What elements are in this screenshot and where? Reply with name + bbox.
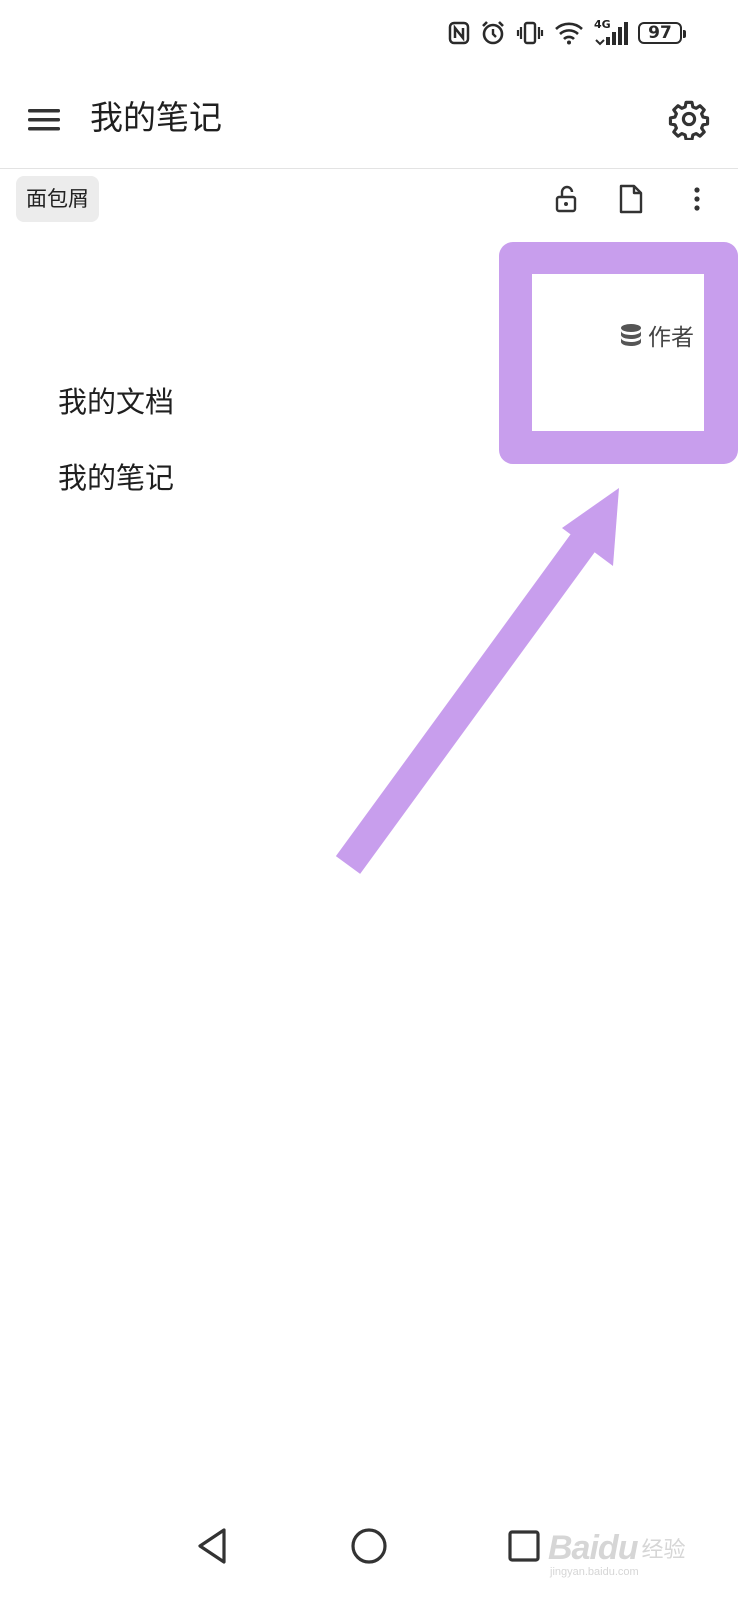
battery-icon: 97	[638, 22, 686, 44]
vibrate-icon	[516, 21, 544, 45]
back-triangle-icon	[198, 1528, 226, 1564]
baidu-watermark: Bai du 经验 jingyan.baidu.com	[548, 1518, 728, 1579]
popup-highlight: 作者	[499, 242, 738, 464]
popup-menu: 作者	[532, 274, 704, 431]
watermark-paw: du	[597, 1528, 639, 1567]
page-title: 我的笔记	[90, 98, 222, 137]
app-bar: 我的笔记	[0, 70, 738, 169]
more-vertical-icon	[694, 187, 700, 211]
home-circle-icon	[351, 1528, 387, 1564]
hamburger-icon	[28, 109, 60, 131]
menu-button[interactable]	[24, 100, 64, 140]
home-button[interactable]	[343, 1520, 395, 1572]
settings-button[interactable]	[668, 98, 710, 142]
document-button[interactable]	[614, 182, 648, 216]
status-icons: 4G 97	[448, 18, 686, 46]
battery-level: 97	[648, 23, 672, 43]
back-button[interactable]	[186, 1520, 238, 1572]
author-label: 作者	[648, 325, 694, 351]
annotation-arrow	[335, 488, 619, 874]
status-bar: 4G 97	[0, 0, 738, 70]
list-item-my-notes[interactable]: 我的笔记	[58, 458, 174, 498]
nfc-icon	[448, 21, 470, 45]
more-button[interactable]	[680, 182, 714, 216]
watermark-cn: 经验	[641, 1537, 686, 1562]
recents-button[interactable]	[498, 1520, 550, 1572]
gear-icon	[668, 100, 710, 142]
alarm-icon	[480, 20, 506, 46]
wifi-icon	[554, 21, 584, 45]
database-icon	[621, 324, 641, 346]
unlock-button[interactable]	[550, 182, 584, 216]
list-item-my-documents[interactable]: 我的文档	[58, 382, 174, 422]
watermark-brand: Bai	[548, 1528, 599, 1567]
signal-icon: 4G	[594, 18, 628, 46]
document-icon	[619, 184, 643, 214]
author-menu-item[interactable]: 作者	[618, 318, 694, 352]
watermark-url: jingyan.baidu.com	[550, 1566, 639, 1578]
breadcrumb[interactable]: 面包屑	[16, 176, 99, 222]
unlock-icon	[555, 185, 577, 213]
recent-square-icon	[508, 1530, 540, 1562]
